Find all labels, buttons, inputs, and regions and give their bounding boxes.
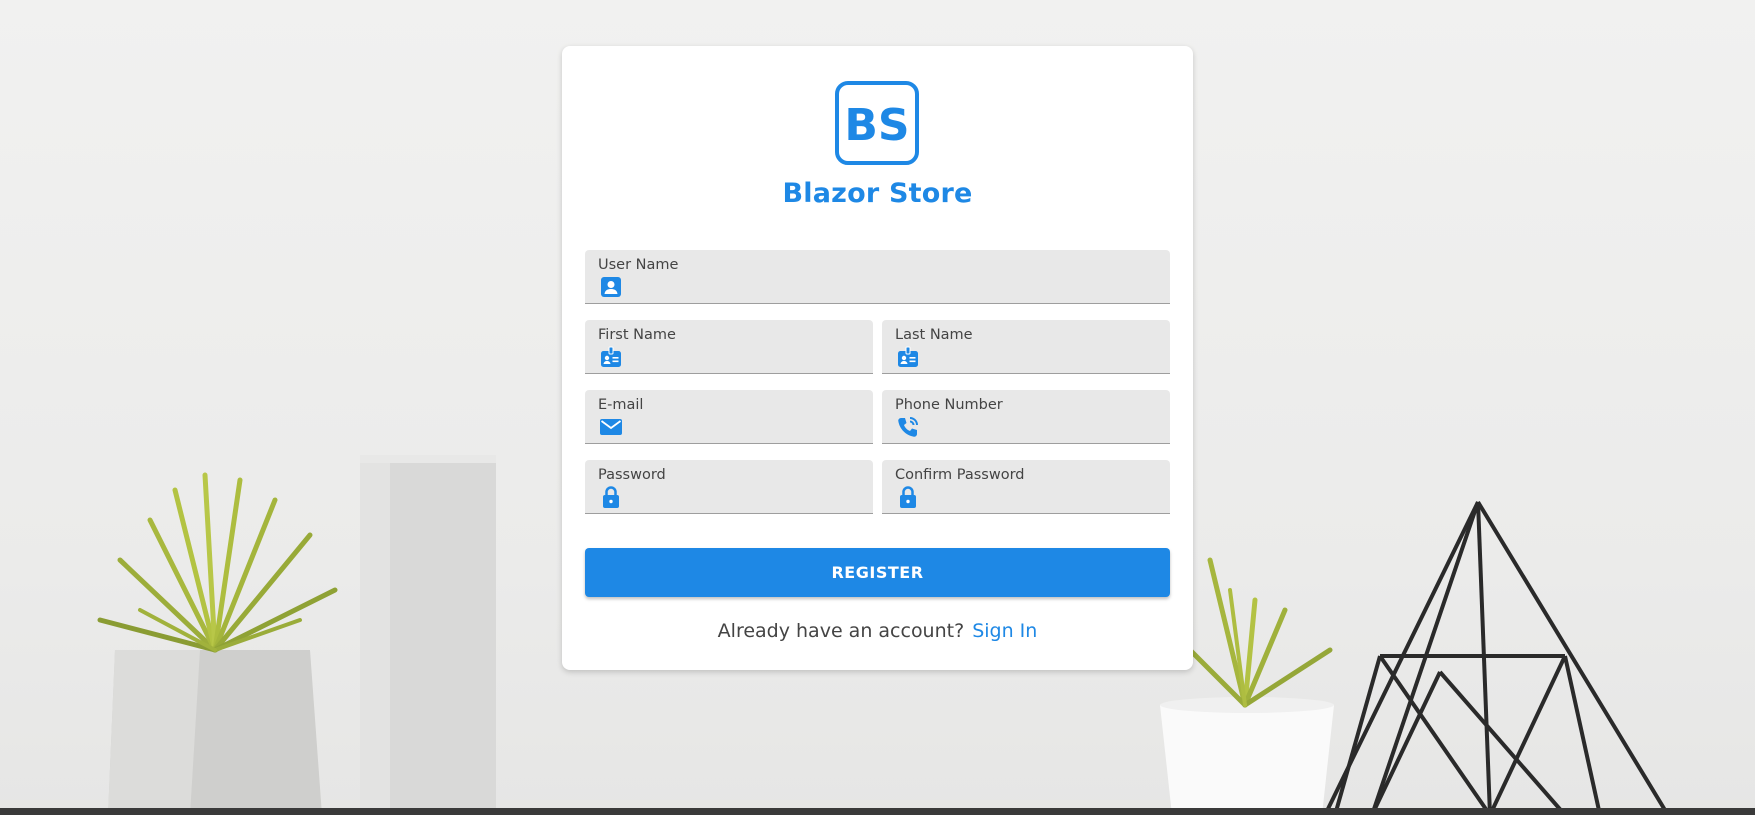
confirm-password-field[interactable]: Confirm Password (882, 460, 1170, 514)
person-icon (601, 277, 621, 297)
id-badge-icon (601, 346, 621, 367)
signin-prompt-text: Already have an account? (717, 620, 965, 642)
phone-field[interactable]: Phone Number (882, 390, 1170, 444)
left-plant-pot (108, 650, 322, 815)
password-field[interactable]: Password (585, 460, 873, 514)
envelope-icon (600, 419, 622, 435)
email-label: E-mail (598, 397, 644, 413)
right-plant (1177, 557, 1333, 708)
id-badge-icon (898, 346, 918, 367)
register-button[interactable]: REGISTER (585, 548, 1170, 597)
phone-icon (898, 417, 918, 437)
confirm-password-label: Confirm Password (895, 467, 1025, 483)
phone-label: Phone Number (895, 397, 1003, 413)
wire-pyramid (1323, 500, 1670, 815)
username-field[interactable]: User Name (585, 250, 1170, 304)
left-plant (97, 472, 338, 653)
lock-icon (900, 486, 916, 508)
signin-prompt: Already have an account? Sign In (562, 620, 1193, 642)
white-vase (360, 455, 496, 815)
last-name-label: Last Name (895, 327, 973, 343)
lock-icon (603, 486, 619, 508)
last-name-field[interactable]: Last Name (882, 320, 1170, 374)
first-name-label: First Name (598, 327, 676, 343)
first-name-field[interactable]: First Name (585, 320, 873, 374)
right-small-pot (1160, 697, 1334, 815)
signin-link[interactable]: Sign In (972, 620, 1037, 642)
username-label: User Name (598, 257, 679, 273)
shelf-edge (0, 808, 1755, 815)
bs-logo-icon: BS (835, 81, 919, 165)
password-label: Password (598, 467, 666, 483)
register-card: BS Blazor Store User Name First Name Las… (562, 46, 1193, 670)
brand-title: Blazor Store (782, 178, 973, 209)
email-field[interactable]: E-mail (585, 390, 873, 444)
logo-text: BS (844, 100, 909, 151)
